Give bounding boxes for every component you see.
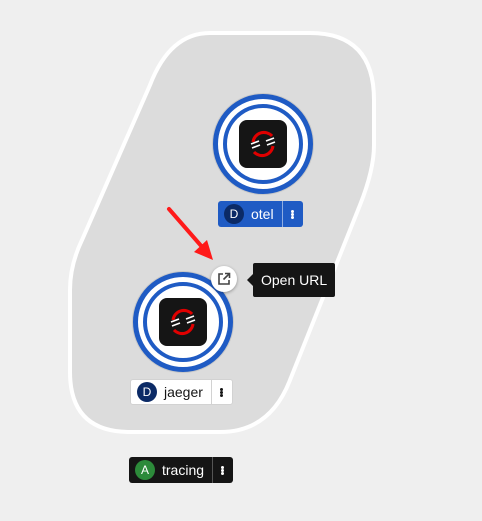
kebab-menu-icon[interactable] <box>281 201 303 227</box>
node-badge: D <box>224 204 244 224</box>
kebab-menu-icon[interactable] <box>210 380 232 404</box>
node-name: otel <box>251 206 274 222</box>
group-name: tracing <box>162 462 205 478</box>
group-badge: A <box>135 460 155 480</box>
node-label-otel[interactable]: D otel <box>218 201 303 227</box>
topology-canvas[interactable]: D otel D jaeger Open URL A tracing <box>0 0 482 521</box>
node-label-jaeger[interactable]: D jaeger <box>130 379 233 405</box>
node-badge: D <box>137 382 157 402</box>
open-url-tooltip: Open URL <box>246 263 336 297</box>
external-link-icon <box>218 272 231 285</box>
node-otel[interactable] <box>213 94 313 194</box>
kebab-menu-icon[interactable] <box>212 457 233 483</box>
node-name: jaeger <box>164 384 203 400</box>
group-label-tracing[interactable]: A tracing <box>129 457 234 483</box>
openshift-logo-icon <box>159 298 207 346</box>
red-arrow-icon <box>167 207 213 260</box>
openshift-logo-icon <box>239 120 287 168</box>
open-url-button[interactable] <box>211 266 237 292</box>
group-outline <box>68 31 376 434</box>
group-hull[interactable] <box>0 0 482 521</box>
